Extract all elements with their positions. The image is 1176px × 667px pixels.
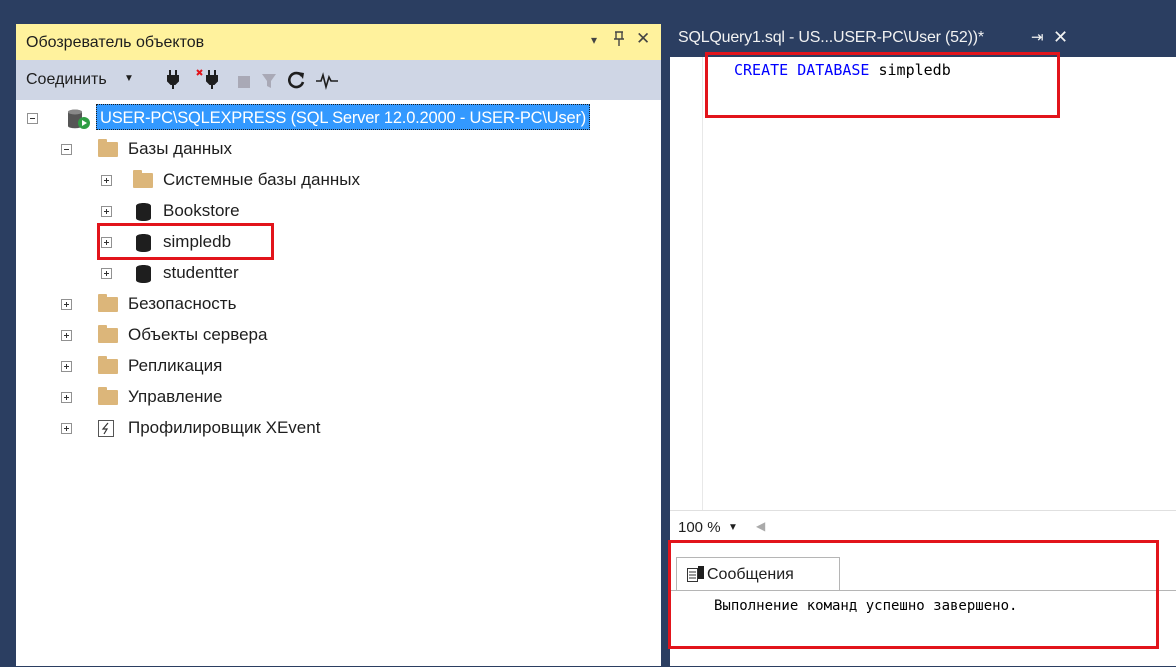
expand-icon[interactable]: [101, 175, 112, 186]
folder-icon: [98, 294, 118, 312]
tree-node-server-objects[interactable]: Объекты сервера: [16, 321, 661, 349]
query-tab-title: SQLQuery1.sql - US...USER-PC\User (52))*: [678, 29, 984, 46]
tab-close-icon[interactable]: ✕: [1053, 27, 1068, 48]
connect-button[interactable]: Соединить: [26, 71, 107, 89]
folder-icon: [98, 139, 118, 157]
sql-keyword: DATABASE: [797, 61, 870, 79]
close-icon[interactable]: ✕: [636, 29, 650, 49]
expand-icon[interactable]: [101, 268, 112, 279]
xevent-profiler-icon: [98, 420, 114, 437]
tree-node-database[interactable]: studentter: [16, 259, 661, 287]
scroll-left-icon[interactable]: ◀: [756, 519, 765, 533]
editor-margin: [670, 57, 703, 510]
messages-body: Выполнение команд успешно завершено.: [670, 590, 1176, 667]
expand-icon[interactable]: [101, 206, 112, 217]
tree-node-label: Управление: [128, 387, 223, 406]
tree-node-xevent-profiler[interactable]: Профилировщик XEvent: [16, 414, 661, 442]
folder-icon: [98, 387, 118, 405]
connect-icon[interactable]: [166, 68, 180, 90]
stop-icon[interactable]: [238, 71, 250, 93]
tree-node-label: studentter: [163, 263, 239, 282]
query-tab[interactable]: SQLQuery1.sql - US...USER-PC\User (52))*…: [670, 24, 1126, 57]
tree-node-server[interactable]: USER-PC\SQLEXPRESS (SQL Server 12.0.2000…: [16, 104, 661, 132]
database-icon: [136, 234, 151, 252]
zoom-level[interactable]: 100 %: [678, 519, 721, 536]
query-editor[interactable]: CREATE DATABASE simpledb: [670, 57, 1176, 510]
object-explorer-header: Обозреватель объектов ▾ ✕: [16, 24, 661, 60]
expand-icon[interactable]: [61, 330, 72, 341]
tree-node-system-databases[interactable]: Системные базы данных: [16, 166, 661, 194]
tree-node-database[interactable]: simpledb: [16, 228, 661, 256]
tree-node-replication[interactable]: Репликация: [16, 352, 661, 380]
messages-tab-label: Сообщения: [707, 566, 794, 583]
pin-icon[interactable]: [613, 31, 625, 52]
tree-node-label: Объекты сервера: [128, 325, 268, 344]
result-message: Выполнение команд успешно завершено.: [714, 598, 1018, 614]
activity-monitor-icon[interactable]: [316, 70, 338, 92]
folder-icon: [98, 325, 118, 343]
tree-node-label: Системные базы данных: [163, 170, 361, 189]
object-explorer-tree: USER-PC\SQLEXPRESS (SQL Server 12.0.2000…: [16, 100, 661, 666]
database-icon: [136, 265, 151, 283]
expand-icon[interactable]: [61, 423, 72, 434]
connect-dropdown-icon[interactable]: ▼: [124, 73, 134, 84]
filter-icon[interactable]: [261, 70, 277, 92]
zoom-dropdown-icon[interactable]: ▼: [728, 522, 738, 533]
window-position-dropdown-icon[interactable]: ▾: [591, 33, 597, 47]
server-label: USER-PC\SQLEXPRESS (SQL Server 12.0.2000…: [96, 104, 591, 130]
expand-icon[interactable]: [61, 392, 72, 403]
tree-node-databases[interactable]: Базы данных: [16, 135, 661, 163]
code-line[interactable]: CREATE DATABASE simpledb: [734, 61, 951, 79]
object-explorer-title: Обозреватель объектов: [26, 34, 205, 51]
expand-icon[interactable]: [61, 299, 72, 310]
tree-node-security[interactable]: Безопасность: [16, 290, 661, 318]
sql-keyword: CREATE: [734, 61, 789, 79]
object-explorer-toolbar: Соединить ▼: [16, 60, 661, 100]
expand-icon[interactable]: [61, 361, 72, 372]
zoom-bar: 100 % ▼ ◀: [670, 510, 1176, 547]
tree-node-management[interactable]: Управление: [16, 383, 661, 411]
tree-node-label: Базы данных: [128, 139, 233, 158]
collapse-icon[interactable]: [27, 113, 38, 124]
tree-node-label: Безопасность: [128, 294, 237, 313]
folder-icon: [133, 170, 153, 188]
messages-icon: [687, 566, 704, 582]
refresh-icon[interactable]: [288, 69, 306, 91]
results-pane: Сообщения Выполнение команд успешно заве…: [670, 546, 1176, 666]
tree-node-label: Bookstore: [163, 201, 240, 220]
expand-icon[interactable]: [101, 237, 112, 248]
tab-messages[interactable]: Сообщения: [676, 557, 840, 590]
tree-node-label: simpledb: [163, 232, 232, 251]
tab-pin-icon[interactable]: ⇥: [1031, 28, 1044, 46]
sql-identifier: simpledb: [878, 61, 951, 79]
collapse-icon[interactable]: [61, 144, 72, 155]
server-icon: [68, 109, 90, 129]
disconnect-icon[interactable]: [196, 68, 220, 90]
object-explorer-panel: Обозреватель объектов ▾ ✕ Соединить ▼ US…: [16, 24, 661, 666]
tree-node-label: Репликация: [128, 356, 223, 375]
folder-icon: [98, 356, 118, 374]
tree-node-database[interactable]: Bookstore: [16, 197, 661, 225]
database-icon: [136, 203, 151, 221]
tree-node-label: Профилировщик XEvent: [128, 418, 321, 437]
